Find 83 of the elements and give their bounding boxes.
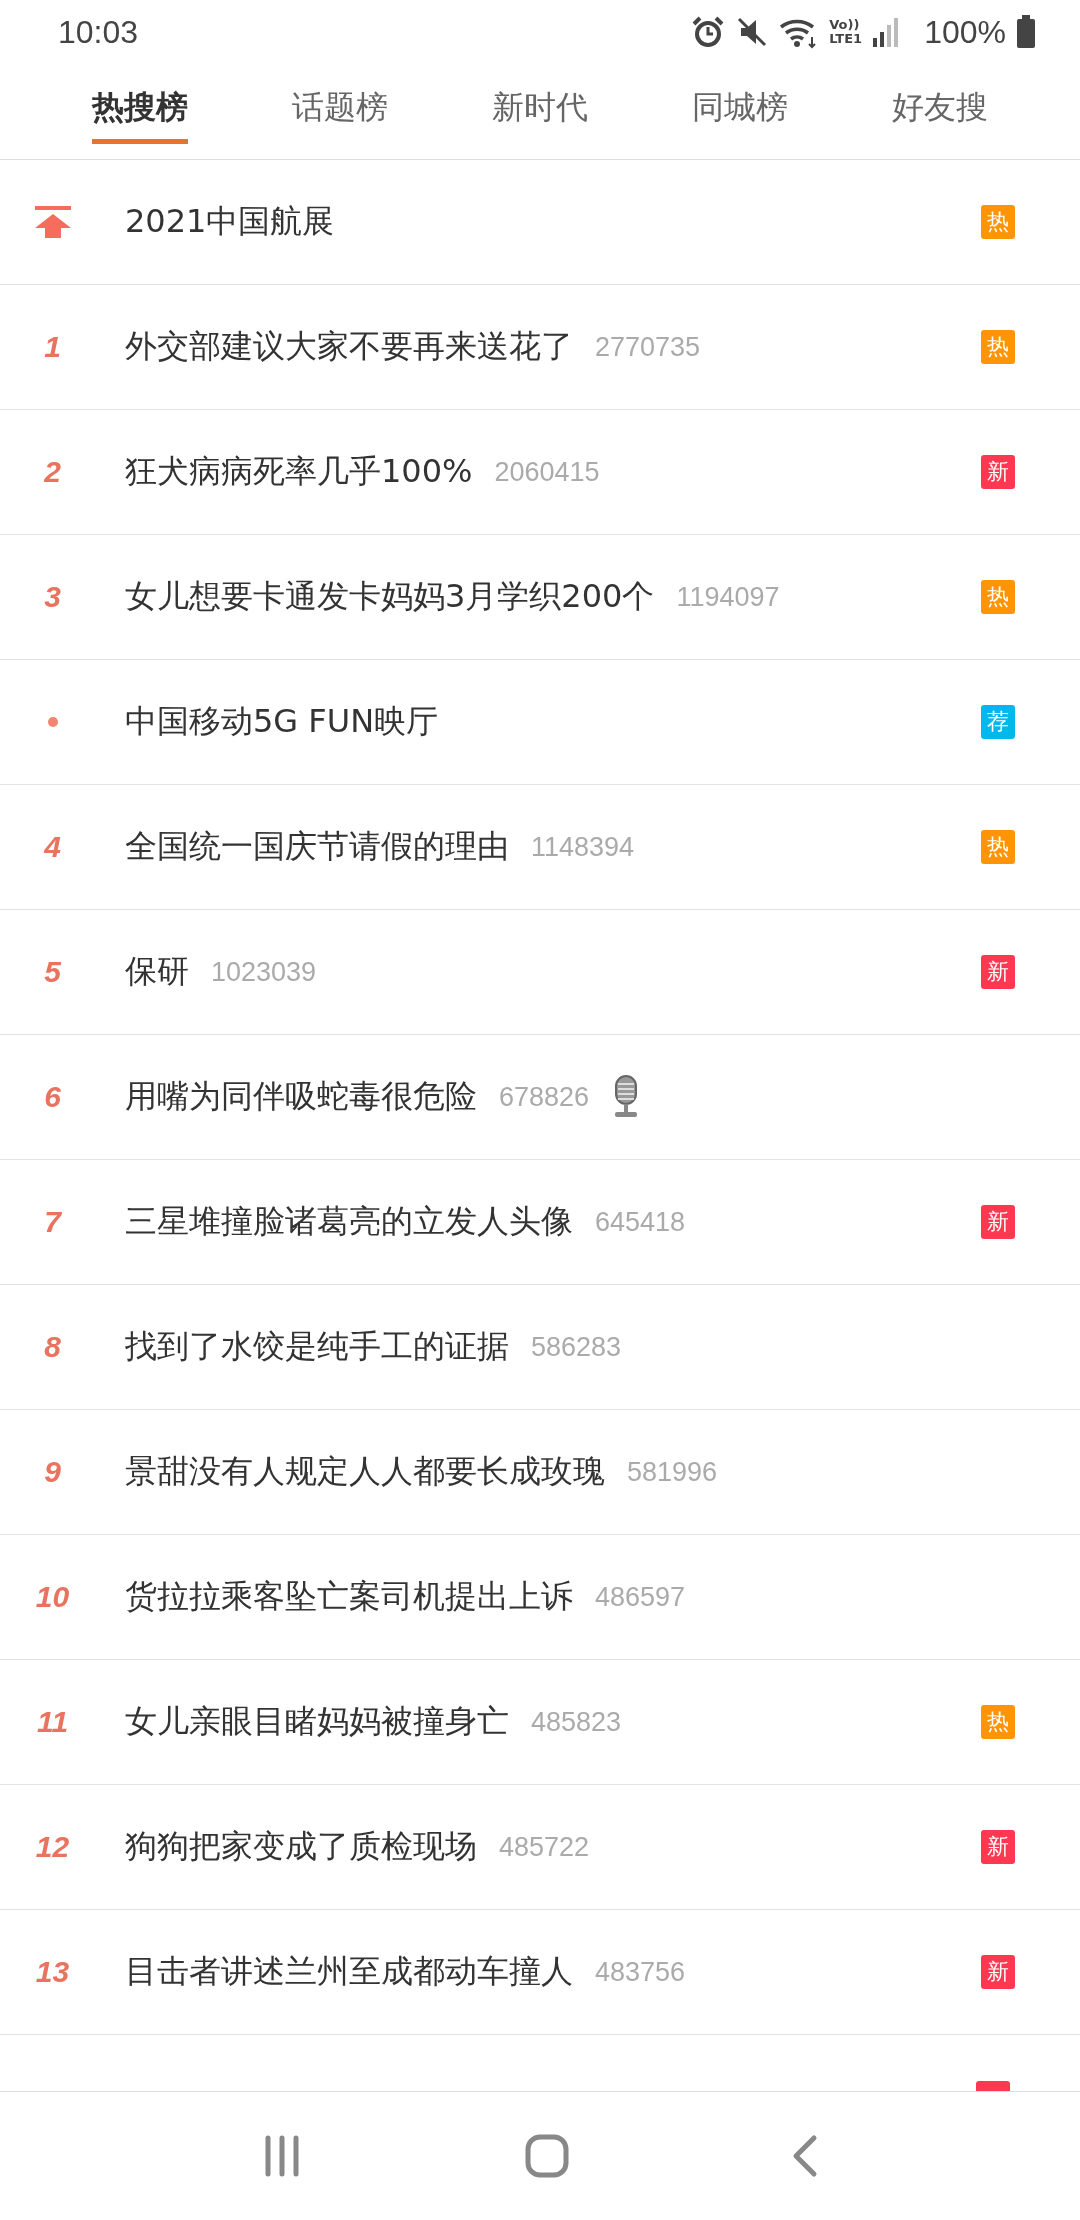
topic-title: 找到了水饺是纯手工的证据	[125, 1326, 509, 1367]
topic-title: 保研	[125, 951, 189, 992]
topic-title: 外交部建议大家不要再来送花了	[125, 326, 573, 367]
badge: 热	[981, 205, 1015, 239]
search-count: 485823	[531, 1706, 622, 1738]
topic-title: 女儿亲眼目睹妈妈被撞身亡	[125, 1701, 509, 1742]
list-item[interactable]: 2021中国航展 热	[0, 160, 1080, 285]
badge: 新	[981, 1830, 1015, 1864]
search-count: 1148394	[531, 831, 635, 863]
network-label: Vo))	[829, 18, 861, 32]
tab[interactable]: 新时代	[492, 64, 588, 137]
badge: 热	[981, 830, 1015, 864]
topic-title: 三星堆撞脸诸葛亮的立发人头像	[125, 1201, 573, 1242]
rank-number: 1	[44, 330, 61, 364]
search-count: 581996	[627, 1456, 718, 1488]
list-item[interactable]: 2 狂犬病病死率几乎100% 2060415 新	[0, 410, 1080, 535]
list-item[interactable]: 7 三星堆撞脸诸葛亮的立发人头像 645418 新	[0, 1160, 1080, 1285]
badge: 新	[981, 1955, 1015, 1989]
badge: 热	[981, 330, 1015, 364]
rank-number: 13	[35, 1955, 70, 1989]
network-label: LTE1	[829, 32, 863, 46]
list-item[interactable]: 3 女儿想要卡通发卡妈妈3月学织200个 1194097 热	[0, 535, 1080, 660]
search-count: 1023039	[211, 956, 317, 988]
rank-number: 9	[44, 1455, 61, 1489]
tab[interactable]: 好友搜	[892, 64, 988, 137]
badge: 新	[981, 455, 1015, 489]
search-count: 586283	[531, 1331, 622, 1363]
topic-title: 货拉拉乘客坠亡案司机提出上诉	[125, 1576, 573, 1617]
search-count: 645418	[595, 1206, 686, 1238]
rank-number: 6	[44, 1080, 61, 1114]
signal-icon	[872, 16, 901, 48]
tab[interactable]: 同城榜	[692, 64, 788, 137]
search-count: 486597	[595, 1581, 686, 1613]
search-count: 485722	[499, 1831, 590, 1863]
search-count: 2060415	[494, 456, 600, 488]
list-item[interactable]: 4 全国统一国庆节请假的理由 1148394 热	[0, 785, 1080, 910]
badge: 新	[981, 955, 1015, 989]
badge: 热	[981, 580, 1015, 614]
rank-number: 5	[44, 955, 61, 989]
list-item[interactable]: 8 找到了水饺是纯手工的证据 586283	[0, 1285, 1080, 1410]
topic-title: 女儿想要卡通发卡妈妈3月学织200个	[125, 576, 655, 617]
alarm-icon	[691, 15, 726, 49]
rank-number: 3	[44, 580, 61, 614]
list-item[interactable]: 1 外交部建议大家不要再来送花了 2770735 热	[0, 285, 1080, 410]
topic-title: 狂犬病病死率几乎100%	[125, 451, 473, 492]
battery-icon	[1016, 15, 1036, 49]
list-item[interactable]: 12 狗狗把家变成了质检现场 485722 新	[0, 1785, 1080, 1910]
rank-number: 2	[44, 455, 61, 489]
dot-icon	[47, 717, 58, 727]
topic-title: 全国统一国庆节请假的理由	[125, 826, 509, 867]
topic-title: 目击者讲述兰州至成都动车撞人	[125, 1951, 573, 1992]
list-item[interactable]: 10 货拉拉乘客坠亡案司机提出上诉 486597	[0, 1535, 1080, 1660]
badge: 新	[981, 1205, 1015, 1239]
tab[interactable]: 热搜榜	[92, 64, 188, 144]
topic-title: 景甜没有人规定人人都要长成玫瑰	[125, 1451, 605, 1492]
battery-percent: 100%	[924, 13, 1006, 51]
topic-title: 用嘴为同伴吸蛇毒很危险	[125, 1076, 477, 1117]
rank-number: 8	[44, 1330, 61, 1364]
topic-title: 2021中国航展	[125, 201, 335, 242]
topic-title: 狗狗把家变成了质检现场	[125, 1826, 477, 1867]
status-time: 10:03	[58, 13, 139, 51]
rank-number: 12	[35, 1830, 70, 1864]
pin-top-icon	[34, 206, 71, 238]
search-count: 1194097	[676, 581, 780, 613]
rank-number: 4	[44, 830, 61, 864]
topic-title: 中国移动5G FUN映厅	[125, 701, 439, 742]
list-item[interactable]: 6 用嘴为同伴吸蛇毒很危险 678826	[0, 1035, 1080, 1160]
search-count: 2770735	[595, 331, 701, 363]
tag-icon	[976, 2081, 1010, 2091]
list-item[interactable]: 5 保研 1023039 新	[0, 910, 1080, 1035]
rank-number: 7	[44, 1205, 61, 1239]
list-item[interactable]: 中国移动5G FUN映厅 荐	[0, 660, 1080, 785]
badge: 荐	[981, 705, 1015, 739]
search-count: 483756	[595, 1956, 686, 1988]
list-item[interactable]: 9 景甜没有人规定人人都要长成玫瑰 581996	[0, 1410, 1080, 1535]
badge: 热	[981, 1705, 1015, 1739]
search-count: 678826	[499, 1081, 590, 1113]
rank-number: 11	[36, 1705, 69, 1739]
tab[interactable]: 话题榜	[292, 64, 388, 137]
list-item[interactable]: 13 目击者讲述兰州至成都动车撞人 483756 新	[0, 1910, 1080, 2035]
rank-number: 10	[35, 1580, 70, 1614]
home-icon[interactable]	[525, 2134, 569, 2178]
list-item[interactable]: 11 女儿亲眼目睹妈妈被撞身亡 485823 热	[0, 1660, 1080, 1785]
